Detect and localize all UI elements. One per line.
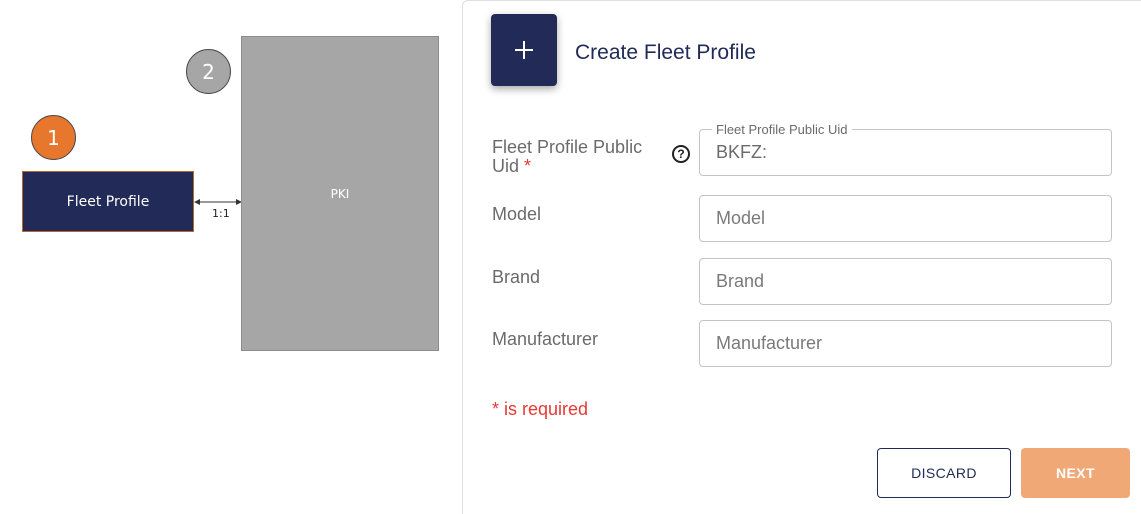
model-input[interactable] [700, 196, 1111, 241]
model-field[interactable] [699, 195, 1112, 242]
fleet-profile-entity: Fleet Profile [22, 171, 194, 232]
fleet-profile-entity-label: Fleet Profile [66, 193, 150, 210]
brand-field[interactable] [699, 258, 1112, 305]
create-fleet-profile-card: Create Fleet Profile Fleet Profile Publi… [462, 0, 1141, 514]
required-marker: * [524, 156, 532, 176]
public-uid-label-text: Fleet Profile Public Uid [492, 137, 643, 176]
relationship-diagram: 1 2 Fleet Profile 1:1 PKI [0, 0, 462, 514]
manufacturer-field[interactable] [699, 320, 1112, 367]
plus-icon [515, 41, 533, 59]
brand-label: Brand [492, 267, 541, 287]
public-uid-floating-label: Fleet Profile Public Uid [712, 122, 852, 137]
public-uid-field[interactable]: Fleet Profile Public Uid [699, 122, 1112, 176]
required-note: * is required [492, 399, 589, 419]
public-uid-label: Fleet Profile Public Uid * [492, 138, 662, 176]
manufacturer-label: Manufacturer [492, 329, 599, 349]
add-fleet-profile-button[interactable] [491, 14, 557, 86]
step-1-badge: 1 [31, 115, 76, 160]
discard-button[interactable]: DISCARD [877, 448, 1011, 498]
page-title: Create Fleet Profile [575, 41, 756, 64]
pki-entity: PKI [241, 36, 439, 351]
next-button[interactable]: NEXT [1021, 448, 1130, 498]
manufacturer-input[interactable] [700, 321, 1111, 366]
relation-label: 1:1 [212, 207, 230, 220]
pki-entity-label: PKI [330, 187, 350, 201]
brand-input[interactable] [700, 259, 1111, 304]
model-label: Model [492, 204, 542, 224]
step-2-badge: 2 [186, 49, 231, 94]
question-circle-icon[interactable]: ? [672, 145, 690, 163]
